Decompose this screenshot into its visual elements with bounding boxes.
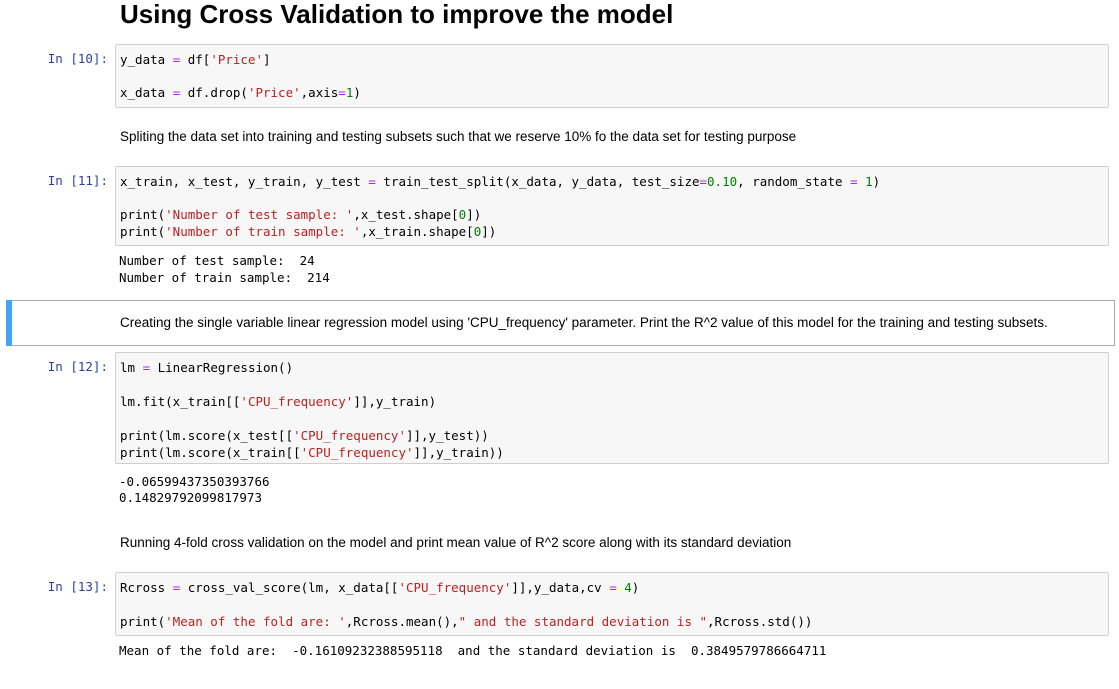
code-cell-13[interactable]: Rcross = cross_val_score(lm, x_data[['CP… (115, 572, 1109, 636)
code-line: print('Number of train sample: ',x_train… (120, 224, 497, 239)
code-line: print(lm.score(x_train[['CPU_frequency']… (120, 445, 504, 460)
markdown-text: Creating the single variable linear regr… (120, 315, 1048, 330)
cell-prompt-13: In [13]: (47, 579, 108, 594)
cell-output: Number of test sample: 24 (119, 253, 315, 268)
cell-output: Number of train sample: 214 (119, 270, 330, 285)
code-line: lm = LinearRegression() (120, 360, 294, 375)
code-cell-10[interactable]: y_data = df['Price'] x_data = df.drop('P… (115, 44, 1109, 108)
code-line: x_data = df.drop('Price',axis=1) (120, 85, 361, 100)
markdown-text: Spliting the data set into training and … (120, 129, 797, 144)
code-line: Rcross = cross_val_score(lm, x_data[['CP… (120, 580, 640, 595)
code-line: print('Number of test sample: ',x_test.s… (120, 207, 482, 222)
code-cell-12[interactable]: lm = LinearRegression() lm.fit(x_train[[… (115, 352, 1109, 464)
cell-output: 0.14829792099817973 (119, 490, 262, 505)
code-cell-11[interactable]: x_train, x_test, y_train, y_test = train… (115, 166, 1109, 246)
cell-prompt-12: In [12]: (47, 359, 108, 374)
code-line: x_train, x_test, y_train, y_test = train… (120, 174, 881, 189)
cell-prompt-10: In [10]: (47, 51, 108, 66)
cell-prompt-11: In [11]: (47, 173, 108, 188)
cell-output: -0.06599437350393766 (119, 474, 270, 489)
code-line: y_data = df['Price'] (120, 52, 271, 67)
markdown-text: Running 4-fold cross validation on the m… (120, 535, 792, 550)
code-line: lm.fit(x_train[['CPU_frequency']],y_trai… (120, 394, 437, 409)
cell-output: Mean of the fold are: -0.161092323885951… (119, 643, 827, 658)
selected-cell-indicator (6, 300, 12, 346)
section-heading: Using Cross Validation to improve the mo… (120, 0, 674, 29)
code-line: print(lm.score(x_test[['CPU_frequency']]… (120, 428, 489, 443)
code-line: print('Mean of the fold are: ',Rcross.me… (120, 614, 813, 629)
